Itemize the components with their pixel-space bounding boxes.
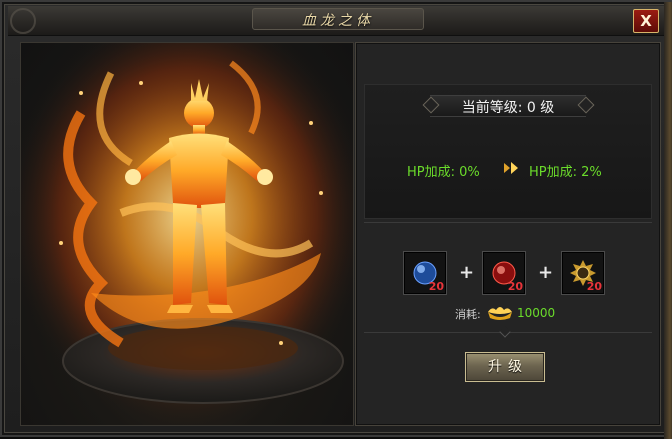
window-title: 血龙之体 (302, 13, 374, 29)
plus-sign: + (538, 262, 554, 283)
close-button[interactable]: X (633, 9, 659, 33)
window-edge-decoration (664, 2, 672, 439)
current-hp-bonus: HP加成: 0% (407, 165, 480, 180)
character-art-panel (20, 42, 354, 426)
divider (364, 222, 652, 223)
flame-figure-image (21, 43, 353, 425)
current-level-label: 当前等级: 0 级 (461, 100, 555, 116)
material-count: 20 (507, 280, 523, 293)
upgrade-button[interactable]: 升级 (465, 352, 545, 382)
corner-ornament (10, 8, 36, 34)
blood-dragon-body-window: 血龙之体 X 当前等级: 0 级 HP加成: 0% HP加成: 2% 20 + … (0, 0, 672, 439)
material-count: 20 (586, 280, 602, 293)
plus-sign: + (459, 262, 475, 283)
double-arrow-icon (504, 162, 518, 174)
cost-label: 消耗: (455, 308, 481, 321)
next-hp-bonus: HP加成: 2% (529, 165, 602, 180)
gold-ingot-icon (488, 307, 512, 320)
material-slot-red-orb[interactable]: 20 (482, 251, 526, 295)
material-slot-gold-medallion[interactable]: 20 (561, 251, 605, 295)
material-slot-blue-orb[interactable]: 20 (403, 251, 447, 295)
cost-value: 10000 (517, 306, 556, 320)
material-count: 20 (428, 280, 444, 293)
